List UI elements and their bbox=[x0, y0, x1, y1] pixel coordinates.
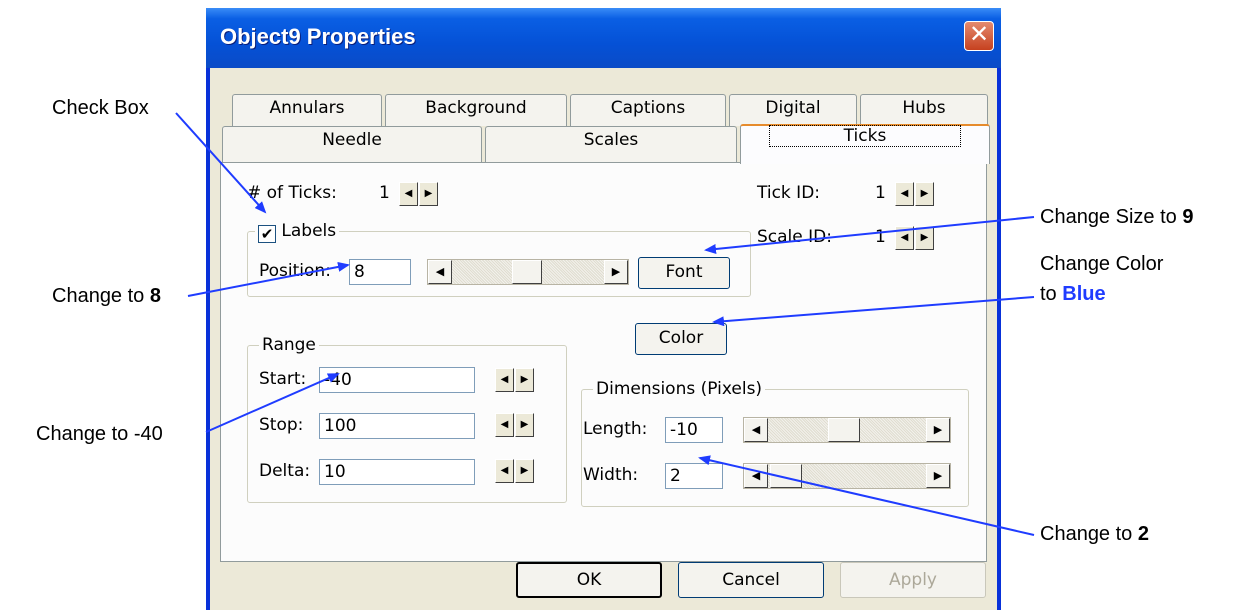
arrow-change-to-8 bbox=[187, 261, 350, 297]
arrow-check-box bbox=[175, 112, 267, 214]
callout-arrows bbox=[175, 112, 1035, 536]
tab-ticks[interactable]: Ticks bbox=[740, 124, 990, 164]
arrow-change-to-2 bbox=[698, 455, 1035, 536]
arrow-change-color bbox=[712, 296, 1035, 327]
arrow-change-to-minus40 bbox=[205, 373, 340, 433]
tab-label: Ticks bbox=[768, 125, 962, 147]
arrow-change-size bbox=[704, 216, 1035, 254]
